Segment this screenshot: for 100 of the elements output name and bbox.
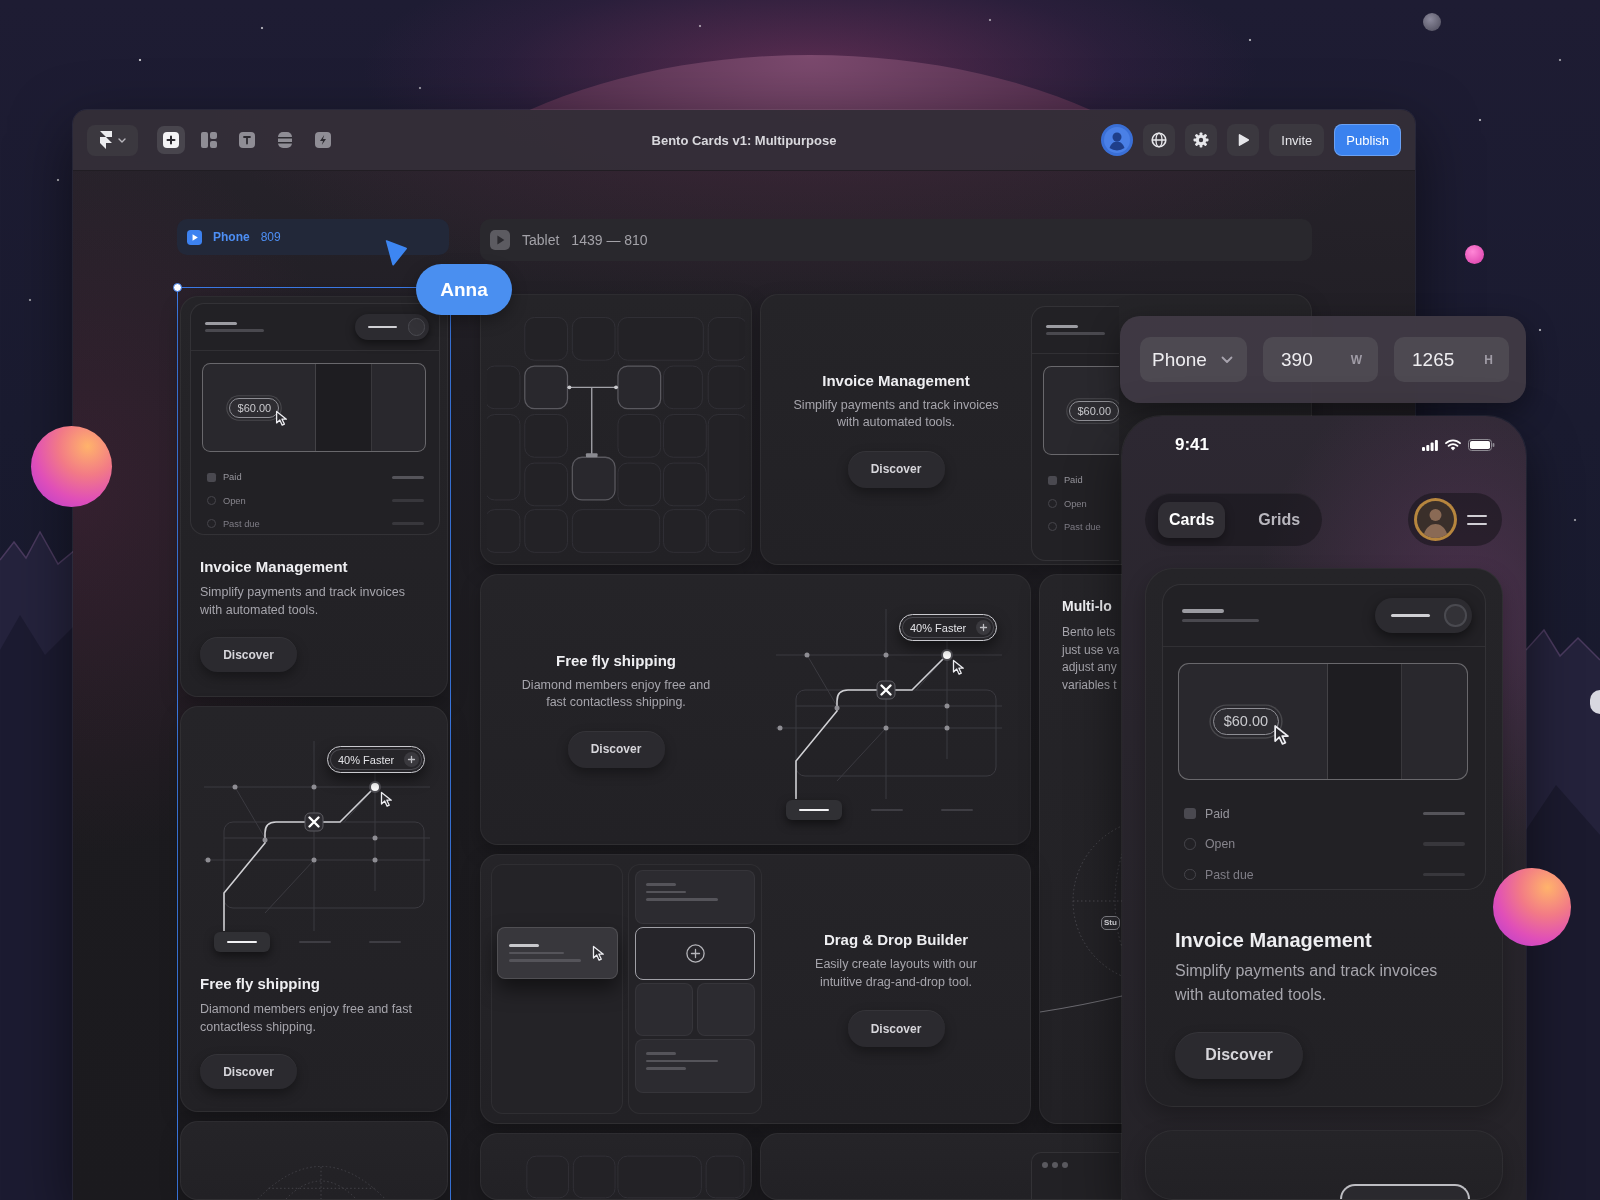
caret-icon bbox=[117, 137, 126, 143]
placeholder-line bbox=[646, 883, 676, 886]
badge-label: 40% Faster bbox=[910, 621, 967, 634]
card-description: Bento lets just use va adjust any variables t bbox=[1062, 624, 1120, 694]
preview-button[interactable] bbox=[1227, 124, 1260, 156]
price-tag: $60.00 bbox=[1069, 400, 1119, 422]
placeholder-line bbox=[646, 1052, 676, 1055]
placeholder-line bbox=[1422, 812, 1465, 816]
play-icon bbox=[490, 230, 510, 250]
logo-icon bbox=[99, 131, 112, 149]
discover-button[interactable]: Discover bbox=[200, 1054, 297, 1089]
card-description: Diamond members enjoy free and fast contactless shipping. bbox=[520, 676, 712, 711]
badge-label: 40% Faster bbox=[338, 753, 395, 766]
device-select[interactable]: Phone bbox=[1140, 337, 1247, 382]
view-tab[interactable]: Grids bbox=[1247, 501, 1312, 538]
layout-icon bbox=[201, 132, 217, 148]
status-label: Open bbox=[222, 495, 246, 506]
planet-icon bbox=[1465, 245, 1484, 264]
toggle-switch[interactable] bbox=[355, 314, 430, 340]
card-title: Invoice Management bbox=[822, 371, 970, 389]
placeholder-line bbox=[205, 322, 238, 326]
discover-button[interactable]: Discover bbox=[200, 637, 297, 673]
status-checkbox[interactable] bbox=[1047, 476, 1057, 485]
moon-icon bbox=[1590, 690, 1600, 714]
profile-menu[interactable] bbox=[1408, 493, 1502, 546]
price-tag: $60.00 bbox=[1213, 708, 1279, 735]
frame-size: 1439 — 810 bbox=[571, 232, 648, 248]
discover-button[interactable]: Discover bbox=[1175, 1031, 1303, 1079]
status-time: 9:41 bbox=[1175, 435, 1210, 455]
collaborator-label: Anna bbox=[416, 264, 512, 315]
placeholder-line bbox=[646, 1059, 718, 1062]
cursor-icon bbox=[592, 945, 605, 961]
card-description: Easily create layouts with our intuitive drag-and-drop tool. bbox=[814, 956, 978, 991]
language-button[interactable] bbox=[1143, 124, 1176, 156]
user-avatar[interactable] bbox=[1101, 124, 1134, 156]
status-label: Paid bbox=[1205, 806, 1230, 821]
frame-size: 809 bbox=[260, 230, 281, 244]
width-field[interactable]: 390 W bbox=[1263, 337, 1378, 382]
status-label: Paid bbox=[222, 472, 242, 483]
card-title: Free fly shipping bbox=[556, 651, 676, 669]
tab-chip bbox=[214, 932, 270, 952]
toggle-switch[interactable] bbox=[1374, 598, 1472, 633]
card-description: Simplify payments and track invoices with automated tools. bbox=[792, 396, 1000, 431]
placeholder-line bbox=[1181, 609, 1224, 613]
card-description: Simplify payments and track invoices with automated tools. bbox=[1175, 960, 1439, 1005]
chevron-icon bbox=[1221, 355, 1233, 364]
wifi-icon bbox=[1445, 439, 1461, 451]
cursor-icon bbox=[952, 659, 965, 675]
tool-button[interactable] bbox=[157, 126, 185, 154]
card-title: Invoice Management bbox=[1175, 928, 1372, 951]
price-tag: $60.00 bbox=[229, 397, 280, 419]
invite-button[interactable]: Invite bbox=[1269, 124, 1325, 156]
moon-icon bbox=[1423, 13, 1441, 31]
status-label: Past due bbox=[1063, 521, 1101, 532]
plus-icon bbox=[163, 132, 179, 148]
card-title: Drag & Drop Builder bbox=[823, 931, 969, 948]
status-checkbox[interactable] bbox=[206, 473, 216, 482]
height-field[interactable]: 1265 H bbox=[1394, 337, 1509, 382]
unit-label: H bbox=[1484, 352, 1493, 367]
placeholder-line bbox=[646, 1067, 686, 1070]
plus-icon bbox=[404, 752, 419, 767]
logo-menu-button[interactable] bbox=[87, 124, 138, 156]
status-label: Open bbox=[1063, 498, 1087, 509]
status-label: Past due bbox=[222, 518, 260, 529]
tab-chip bbox=[786, 800, 842, 820]
signal-icon bbox=[1422, 439, 1438, 451]
cursor-icon bbox=[1272, 723, 1291, 745]
frame-name: Tablet bbox=[522, 232, 560, 248]
document-title: Bento Cards v1: Multipurpose bbox=[651, 132, 837, 148]
bolt-icon bbox=[315, 132, 331, 148]
status-checkbox[interactable] bbox=[1184, 807, 1196, 820]
cursor-icon bbox=[274, 410, 289, 426]
location-tag: Stu bbox=[1101, 916, 1120, 930]
frame-label-bar[interactable]: Phone 809 bbox=[177, 219, 449, 255]
text-icon bbox=[239, 132, 255, 148]
frame-label-bar[interactable]: Tablet 1439 — 810 bbox=[480, 219, 1312, 261]
card-title: Free fly shipping bbox=[200, 975, 320, 992]
placeholder-line bbox=[1046, 325, 1079, 329]
discover-button[interactable]: Discover bbox=[567, 730, 665, 768]
resize-handle[interactable] bbox=[173, 283, 182, 292]
view-tab[interactable]: Cards bbox=[1158, 501, 1226, 538]
status-label: Paid bbox=[1063, 475, 1083, 486]
status-label: Open bbox=[1205, 837, 1236, 852]
settings-button[interactable] bbox=[1185, 124, 1218, 156]
placeholder-line bbox=[391, 476, 424, 479]
card-description: Diamond members enjoy free and fast contactless shipping. bbox=[200, 1001, 413, 1036]
cursor-icon bbox=[380, 791, 393, 807]
placeholder-line bbox=[646, 898, 718, 901]
menu-icon bbox=[1467, 514, 1487, 525]
window-dots-icon bbox=[1042, 1162, 1068, 1168]
globe-icon bbox=[1151, 132, 1168, 148]
placeholder-line bbox=[509, 944, 539, 947]
publish-button[interactable]: Publish bbox=[1334, 124, 1401, 156]
cursor-icon bbox=[383, 238, 409, 268]
card-description: Simplify payments and track invoices with automated tools. bbox=[200, 584, 406, 619]
plus-icon bbox=[976, 620, 991, 635]
discover-button[interactable]: Discover bbox=[847, 450, 945, 488]
placeholder-line bbox=[1046, 332, 1105, 335]
discover-button[interactable]: Discover bbox=[847, 1010, 945, 1047]
play-icon bbox=[187, 229, 202, 245]
